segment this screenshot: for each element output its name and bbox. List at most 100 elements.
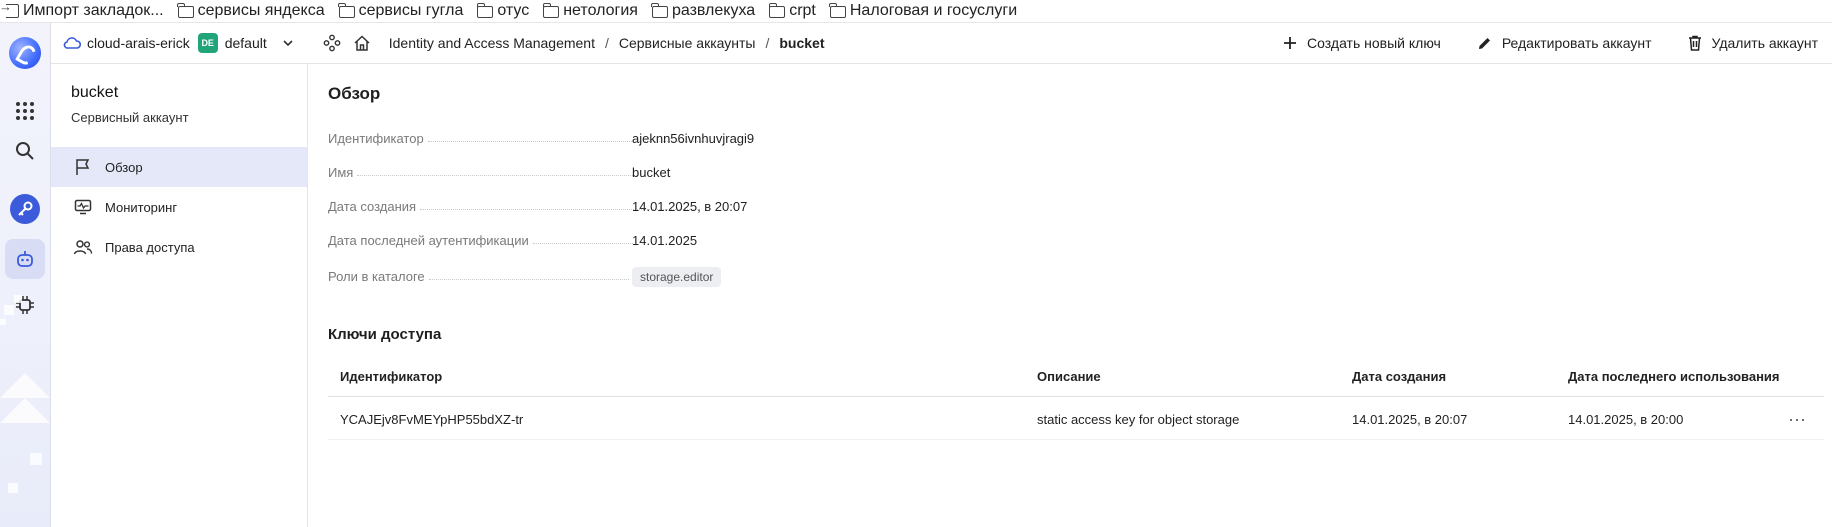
sidebar-item-overview[interactable]: Обзор: [51, 147, 307, 187]
prop-label: Имя: [328, 165, 358, 180]
service-accounts-button[interactable]: [5, 239, 45, 279]
robot-icon: [17, 251, 33, 267]
key-icon: [10, 194, 40, 224]
prop-label: Идентификатор: [328, 131, 428, 146]
edit-account-button[interactable]: Редактировать аккаунт: [1477, 35, 1652, 51]
sidebar-item-label: Обзор: [105, 159, 143, 175]
bookmark-label: Импорт закладок...: [23, 2, 164, 19]
key-description: static access key for object storage: [1037, 411, 1240, 427]
cloud-logo[interactable]: [5, 33, 45, 73]
folder-icon: [476, 3, 494, 18]
home-icon[interactable]: [353, 34, 371, 52]
plus-icon: [1284, 37, 1297, 49]
bookmarks-bar: Импорт закладок... сервисы яндекса серви…: [0, 0, 1832, 23]
prop-row: Идентификатор ajeknn56ivnhuvjragi9: [328, 126, 1228, 146]
sidebar-item-monitoring[interactable]: Мониторинг: [51, 187, 307, 227]
header-actions: Создать новый ключ Редактировать аккаунт…: [1247, 23, 1818, 63]
bookmark-label: развлекуха: [671, 2, 756, 19]
breadcrumb-separator: /: [765, 35, 770, 51]
column-header-last-used[interactable]: Дата последнего использования: [1568, 356, 1780, 396]
bookmark-folder[interactable]: Налоговая и госуслуги: [829, 2, 1018, 20]
bookmark-folder[interactable]: сервисы гугла: [338, 2, 464, 20]
monitor-icon: [74, 199, 92, 215]
column-header-created[interactable]: Дата создания: [1352, 356, 1446, 396]
bookmark-label: crpt: [789, 2, 816, 19]
prop-value: ajeknn56ivnhuvjragi9: [632, 131, 755, 146]
sidebar-item-access[interactable]: Права доступа: [51, 227, 307, 267]
section-title-overview: Обзор: [328, 84, 381, 103]
resource-title: bucket: [71, 84, 119, 101]
role-badge: storage.editor: [632, 267, 722, 287]
grid-icon: [16, 102, 34, 120]
search-icon: [16, 142, 34, 160]
key-id: YCAJEjv8FvMEYpHP55bdXZ-tr: [340, 411, 524, 427]
cloud-name: cloud-arais-erick: [87, 35, 190, 51]
breadcrumb-iam[interactable]: Identity and Access Management: [389, 35, 595, 51]
sidebar-item-label: Мониторинг: [105, 199, 178, 215]
bookmark-label: отус: [497, 2, 530, 19]
bookmark-folder[interactable]: сервисы яндекса: [177, 2, 325, 20]
prop-value: bucket: [632, 165, 671, 180]
prop-row: Имя bucket: [328, 160, 1228, 180]
edit-account-label: Редактировать аккаунт: [1501, 35, 1652, 51]
prop-label: Дата создания: [328, 199, 421, 214]
bookmark-label: сервисы гугла: [358, 2, 464, 19]
folder-icon: [651, 3, 668, 18]
trash-icon: [1688, 35, 1701, 51]
column-header-description[interactable]: Описание: [1037, 356, 1101, 396]
folder-icon: [177, 3, 194, 18]
bookmark-label: нетология: [563, 2, 638, 19]
import-icon: [0, 0, 19, 18]
folder-name[interactable]: default: [225, 35, 267, 51]
prop-row: Дата последней аутентификации 14.01.2025: [328, 228, 1228, 248]
services-menu-button[interactable]: [5, 91, 45, 131]
key-created: 14.01.2025, в 20:07: [1352, 411, 1468, 427]
key-last-used: 14.01.2025, в 20:00: [1568, 411, 1684, 427]
cloud-selector[interactable]: cloud-arais-erick: [63, 35, 190, 51]
resource-sidebar: bucket Сервисный аккаунт Обзор Мониторин…: [51, 64, 308, 527]
prop-row: Дата создания 14.01.2025, в 20:07: [328, 194, 1228, 214]
rail-decoration: [0, 295, 50, 493]
bookmark-label: Налоговая и госуслуги: [849, 2, 1018, 19]
top-header: cloud-arais-erick DE default Identity an…: [51, 23, 1832, 64]
logo-icon: [9, 37, 41, 69]
breadcrumb-service-accounts[interactable]: Сервисные аккаунты: [619, 35, 756, 51]
access-keys-table: Идентификатор Описание Дата создания Дат…: [328, 356, 1824, 440]
cloud-icon: [63, 37, 81, 49]
breadcrumb-separator: /: [604, 35, 609, 51]
bookmark-folder[interactable]: развлекуха: [651, 2, 756, 20]
create-key-button[interactable]: Создать новый ключ: [1283, 35, 1441, 51]
iam-service-button[interactable]: [5, 189, 45, 229]
folder-icon: [768, 3, 786, 18]
delete-account-button[interactable]: Удалить аккаунт: [1688, 35, 1818, 51]
folder-icon: [542, 3, 560, 18]
delete-account-label: Удалить аккаунт: [1711, 35, 1818, 51]
bookmark-folder[interactable]: отус: [476, 2, 530, 20]
main-content: Обзор Идентификатор ajeknn56ivnhuvjragi9…: [328, 64, 1832, 527]
folder-icon: [338, 3, 355, 18]
prop-label: Дата последней аутентификации: [328, 233, 533, 248]
row-menu-button[interactable]: ···: [1788, 399, 1806, 439]
prop-value: 14.01.2025, в 20:07: [632, 199, 748, 214]
column-header-id[interactable]: Идентификатор: [340, 356, 442, 396]
pencil-icon: [1478, 37, 1490, 49]
app-rail: [0, 23, 51, 527]
prop-label: Роли в каталоге: [328, 269, 429, 284]
create-key-label: Создать новый ключ: [1307, 35, 1441, 51]
prop-value: 14.01.2025: [632, 233, 698, 248]
prop-row: Роли в каталоге storage.editor: [328, 264, 1228, 287]
services-icon[interactable]: [323, 34, 341, 52]
table-row[interactable]: YCAJEjv8FvMEYpHP55bdXZ-tr static access …: [328, 399, 1824, 440]
table-header: Идентификатор Описание Дата создания Дат…: [328, 356, 1824, 397]
folder-badge: DE: [197, 33, 218, 53]
bookmark-label: сервисы яндекса: [197, 2, 325, 19]
resource-type: Сервисный аккаунт: [71, 110, 189, 125]
bookmark-folder[interactable]: нетология: [542, 2, 638, 20]
flag-icon: [76, 159, 90, 175]
bookmark-import[interactable]: Импорт закладок...: [0, 0, 164, 20]
bookmark-folder[interactable]: crpt: [768, 2, 816, 20]
search-button[interactable]: [5, 131, 45, 171]
chevron-down-icon[interactable]: [281, 36, 295, 50]
sidebar-item-label: Права доступа: [105, 239, 195, 255]
breadcrumb-current: bucket: [779, 35, 825, 51]
